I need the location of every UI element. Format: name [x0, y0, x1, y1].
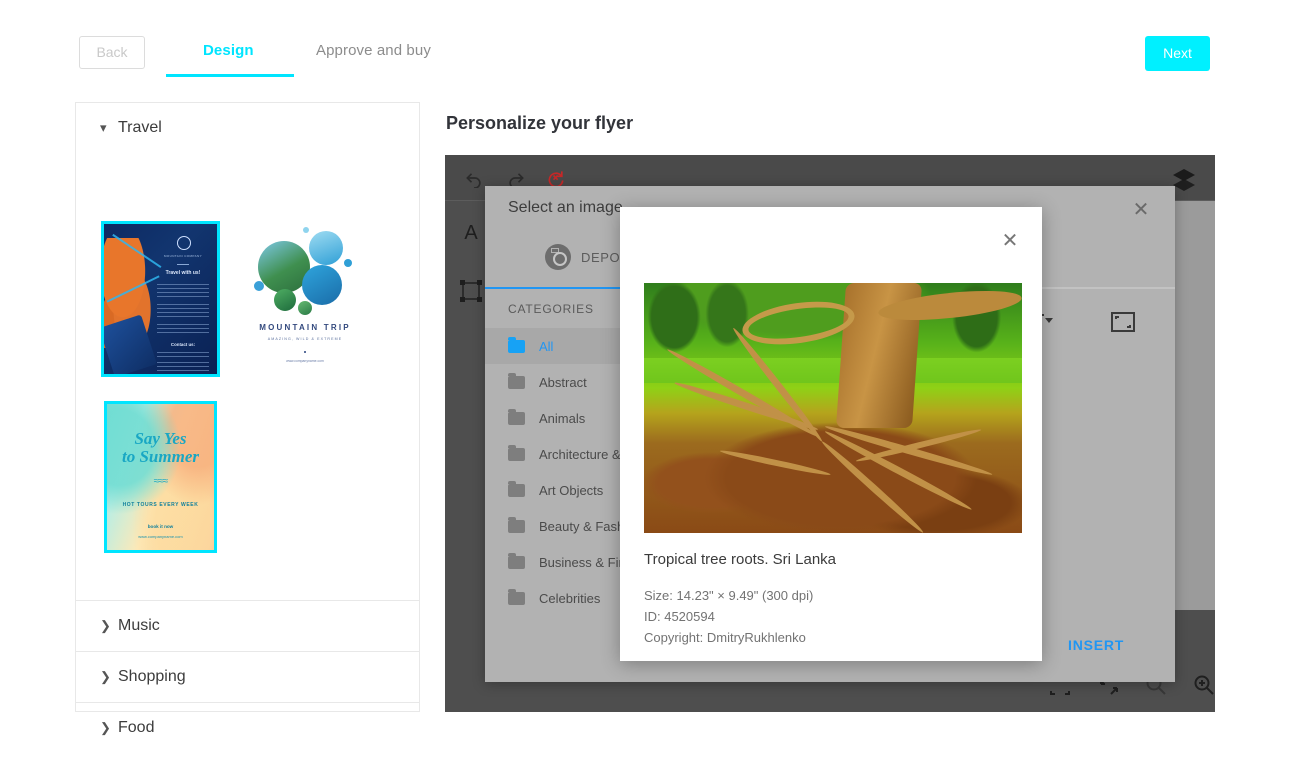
tree-root	[854, 426, 982, 464]
close-icon[interactable]: ✕	[998, 230, 1022, 254]
tree-root	[823, 428, 974, 513]
bubble-graphic	[274, 289, 296, 311]
chevron-right-icon: ❯	[100, 669, 111, 684]
bubble-graphic	[302, 265, 342, 305]
image-id: ID: 4520594	[644, 609, 715, 624]
folder-icon	[508, 480, 525, 497]
template-thumbnail-mountain-trip[interactable]: MOUNTAIN TRIP AMAZING, WILD & EXTREME ww…	[246, 223, 364, 375]
image-detail-popup: ✕ Tropical tree roots. Sri Lanka Size: 1…	[620, 207, 1042, 661]
folder-icon	[508, 408, 525, 425]
image-metadata: Size: 14.23" × 9.49" (300 dpi) ID: 45205…	[644, 585, 813, 648]
sidebar-section-shopping: ❯ Shopping	[76, 652, 419, 703]
chevron-down-icon: ▾	[100, 120, 107, 135]
text-tool-icon[interactable]: A	[457, 219, 485, 247]
category-label: Animals	[539, 410, 586, 426]
page-title: Personalize your flyer	[446, 113, 634, 133]
modal-title: Select an image	[508, 199, 623, 216]
folder-icon	[508, 588, 525, 605]
tab-approve-and-buy[interactable]: Approve and buy	[316, 42, 431, 59]
sidebar-item-travel[interactable]: ▾ Travel	[76, 103, 419, 153]
categories-header: CATEGORIES	[508, 302, 594, 316]
sidebar-item-music[interactable]: ❯ Music	[76, 601, 419, 651]
sidebar-item-label: Travel	[118, 119, 162, 136]
sidebar-section-travel: ▾ Travel MOUNTAIN COMPANY Travel with us…	[76, 103, 419, 601]
next-button[interactable]: Next	[1145, 36, 1210, 71]
bubble-graphic	[344, 259, 352, 267]
flyer-logo-mark	[177, 236, 191, 250]
category-label: Abstract	[539, 374, 587, 390]
flyer-title-line1: Say Yes	[134, 429, 187, 448]
fit-icon[interactable]	[1111, 312, 1135, 337]
tree-root	[718, 448, 832, 478]
image-copyright: Copyright: DmitryRukhlenko	[644, 630, 806, 645]
shape-tool-icon[interactable]	[457, 277, 485, 305]
bubble-graphic	[303, 227, 309, 233]
bubble-graphic	[254, 281, 264, 291]
folder-icon	[508, 372, 525, 389]
category-label: Celebrities	[539, 590, 601, 606]
category-label: Art Objects	[539, 482, 604, 498]
image-size: Size: 14.23" × 9.49" (300 dpi)	[644, 588, 814, 603]
flyer-tagline: HOT TOURS EVERY WEEK	[122, 502, 199, 508]
bubble-graphic	[298, 301, 312, 315]
sidebar-item-food[interactable]: ❯ Food	[76, 703, 419, 753]
tab-design[interactable]: Design	[203, 42, 254, 59]
sidebar-item-label: Music	[118, 617, 160, 634]
flyer-brand-text: MOUNTAIN COMPANY	[164, 254, 202, 258]
sidebar-section-music: ❯ Music	[76, 601, 419, 652]
flyer-contact-label: Contact us:	[170, 342, 196, 347]
top-navigation-bar: Back Design Approve and buy Next	[0, 0, 1301, 88]
insert-button[interactable]: INSERT	[1068, 637, 1124, 653]
flyer-headline: Travel with us!	[165, 270, 201, 276]
travel-template-grid: MOUNTAIN COMPANY Travel with us! Contact…	[76, 153, 419, 600]
folder-icon	[508, 444, 525, 461]
flyer-cta: book it now	[147, 524, 174, 529]
folder-icon	[508, 552, 525, 569]
template-category-sidebar: ▾ Travel MOUNTAIN COMPANY Travel with us…	[75, 102, 420, 736]
active-tab-underline	[166, 74, 294, 77]
back-button[interactable]: Back	[79, 36, 145, 69]
category-label: All	[539, 338, 554, 354]
tree-roots-photo	[644, 283, 1022, 533]
sidebar-item-label: Shopping	[118, 668, 186, 685]
sidebar-item-label: Food	[118, 719, 155, 736]
chevron-right-icon: ❯	[100, 720, 111, 735]
sidebar-item-shopping[interactable]: ❯ Shopping	[76, 652, 419, 702]
app-root: Back Design Approve and buy Next ▾ Trave…	[0, 0, 1301, 759]
bubble-graphic	[309, 231, 343, 265]
sidebar-section-food: ❯ Food	[76, 703, 419, 753]
wave-icon: ≈≈≈	[153, 476, 168, 487]
undo-icon[interactable]	[461, 165, 487, 191]
flyer-url: www.companyname.com	[286, 359, 324, 363]
image-title: Tropical tree roots. Sri Lanka	[644, 551, 837, 568]
flyer-title-line2: to Summer	[122, 447, 199, 466]
close-icon[interactable]: ✕	[1129, 199, 1153, 223]
chevron-right-icon: ❯	[100, 618, 111, 633]
flyer-title: MOUNTAIN TRIP	[259, 323, 351, 332]
flyer-url: www.companyname.com	[138, 534, 183, 539]
zoom-in-icon[interactable]	[1193, 674, 1215, 701]
image-preview[interactable]	[644, 283, 1022, 533]
template-thumbnail-say-yes-to-summer[interactable]: Say Yes to Summer ≈≈≈ HOT TOURS EVERY WE…	[104, 401, 217, 553]
camera-icon	[545, 244, 571, 270]
folder-icon	[508, 336, 525, 353]
folder-icon	[508, 516, 525, 533]
template-thumbnail-travel-with-us[interactable]: MOUNTAIN COMPANY Travel with us! Contact…	[101, 221, 220, 377]
flyer-divider-dot	[304, 351, 306, 353]
flyer-subtitle: AMAZING, WILD & EXTREME	[267, 337, 343, 341]
